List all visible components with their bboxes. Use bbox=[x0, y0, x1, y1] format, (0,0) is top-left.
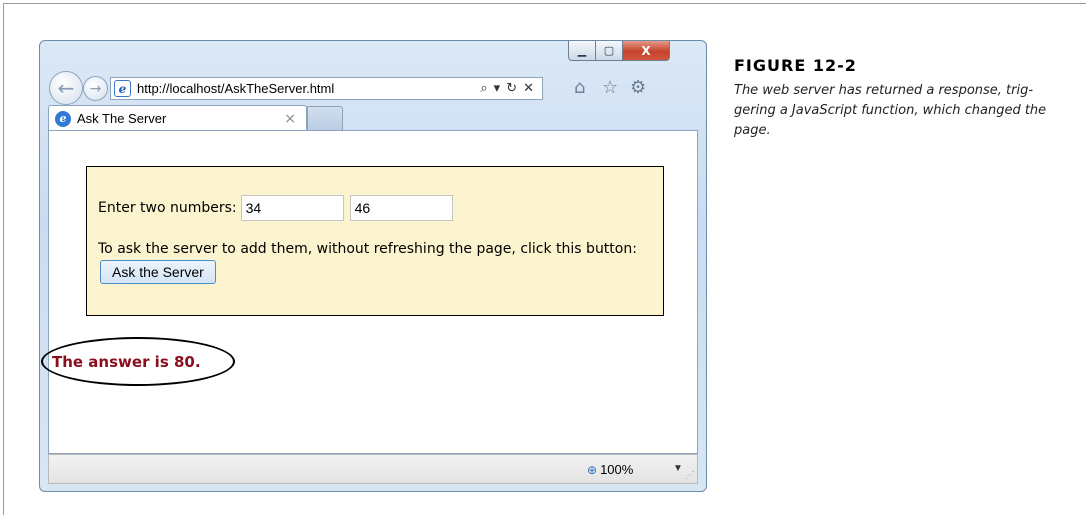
tab-close-icon[interactable]: × bbox=[284, 111, 296, 127]
prompt-label: Enter two numbers: bbox=[98, 200, 237, 216]
page-content: Enter two numbers: To ask the server to … bbox=[41, 130, 698, 454]
search-dropdown-icon[interactable]: ▾ bbox=[494, 81, 501, 96]
tab-label: Ask The Server bbox=[77, 111, 167, 126]
ie-page-icon: e bbox=[114, 80, 131, 97]
stop-icon[interactable]: ✕ bbox=[523, 81, 534, 96]
numbers-row: Enter two numbers: bbox=[98, 195, 453, 221]
home-icon[interactable]: ⌂ bbox=[574, 77, 585, 98]
ask-server-button[interactable]: Ask the Server bbox=[100, 260, 216, 284]
forward-button[interactable]: → bbox=[83, 76, 108, 101]
tab-ask-the-server[interactable]: e Ask The Server × bbox=[48, 105, 307, 131]
resize-grip-icon[interactable]: ⋰ bbox=[685, 470, 695, 481]
new-tab-button[interactable] bbox=[307, 106, 343, 131]
input-form-box: Enter two numbers: To ask the server to … bbox=[86, 166, 664, 316]
minimize-button[interactable]: ▁ bbox=[568, 41, 596, 61]
refresh-icon[interactable]: ↻ bbox=[506, 81, 517, 96]
maximize-button[interactable]: ▢ bbox=[596, 41, 623, 61]
back-arrow-icon: ← bbox=[57, 76, 75, 100]
number2-input[interactable] bbox=[349, 195, 453, 221]
instruction-block: To ask the server to add them, without r… bbox=[98, 239, 658, 284]
gear-icon[interactable]: ⚙ bbox=[630, 77, 646, 98]
number1-input[interactable] bbox=[240, 195, 344, 221]
zoom-icon: ⊕ bbox=[587, 462, 598, 477]
caption-text: The web server has returned a response, … bbox=[734, 83, 1047, 138]
forward-arrow-icon: → bbox=[89, 80, 102, 97]
close-button[interactable]: X bbox=[623, 41, 670, 61]
search-icon[interactable]: ⌕ bbox=[480, 81, 487, 96]
zoom-dropdown-icon[interactable]: ▼ bbox=[673, 463, 683, 474]
address-bar[interactable]: e http://localhost/AskTheServer.html ⌕ ▾… bbox=[110, 77, 543, 100]
url-text[interactable]: http://localhost/AskTheServer.html bbox=[137, 81, 480, 96]
browser-window: ▁ ▢ X ← → e http://localhost/AskTheServe… bbox=[39, 40, 707, 492]
status-bar: ⊕ 100% ▼ ⋰ bbox=[48, 454, 698, 484]
ie-logo-icon: e bbox=[55, 110, 71, 127]
zoom-control[interactable]: ⊕ 100% bbox=[587, 462, 633, 477]
instruction-text: To ask the server to add them, without r… bbox=[98, 241, 637, 257]
figure-label: FIGURE 12-2 bbox=[734, 56, 857, 75]
back-button[interactable]: ← bbox=[49, 71, 83, 105]
figure-caption: FIGURE 12-2 The web server has returned … bbox=[734, 56, 1054, 141]
zoom-level: 100% bbox=[600, 462, 634, 477]
favorites-star-icon[interactable]: ☆ bbox=[602, 77, 618, 98]
answer-text: The answer is 80. bbox=[52, 353, 201, 371]
